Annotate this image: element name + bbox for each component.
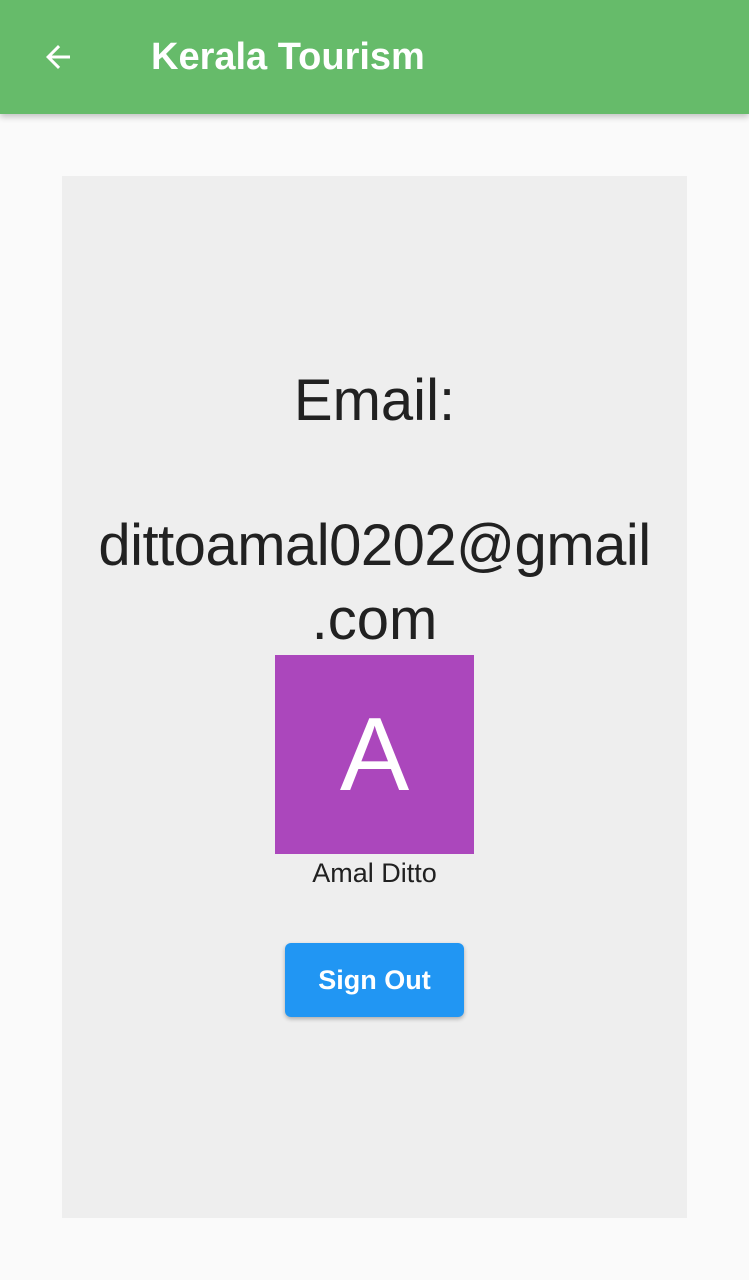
user-name: Amal Ditto [312,858,437,888]
email-value-line-2: .com [311,587,438,652]
app-bar: Kerala Tourism [0,0,749,114]
avatar: A [275,655,474,854]
back-button[interactable] [26,25,90,89]
arrow-back-icon [46,45,70,69]
email-label: Email: [293,368,456,433]
avatar-initial: A [339,696,410,813]
email-value-line-1: dittoamal0202@gmail [98,513,651,578]
sign-out-button[interactable]: Sign Out [285,943,464,1017]
app-title: Kerala Tourism [151,36,425,78]
